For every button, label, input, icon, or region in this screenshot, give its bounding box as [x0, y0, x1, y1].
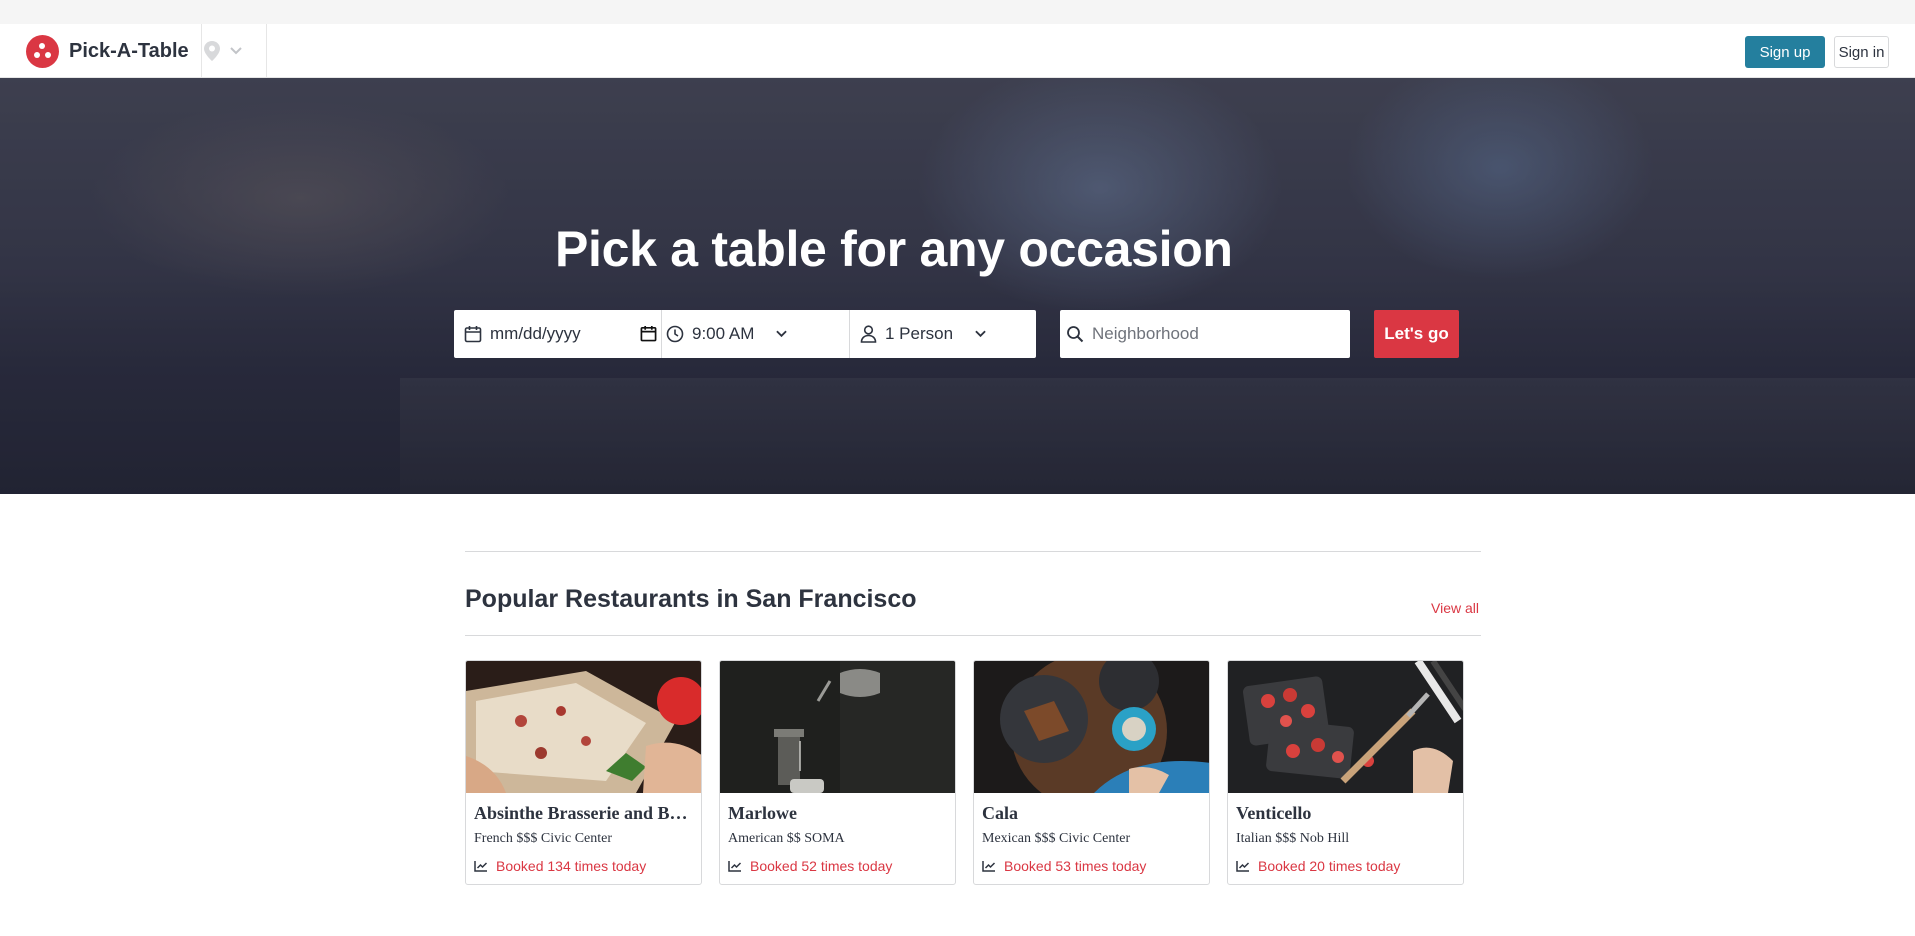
neighborhood-field — [1060, 310, 1350, 358]
logo-icon — [26, 34, 59, 68]
restaurant-image — [1228, 661, 1463, 793]
chevron-down-icon — [975, 330, 986, 338]
reservation-search-form: mm/dd/yyyy 9:00 AM 1 Person — [454, 310, 1036, 358]
booking-count: Booked 53 times today — [982, 858, 1146, 874]
nav-divider — [266, 24, 267, 78]
booking-count-text: Booked 53 times today — [1004, 858, 1147, 874]
party-size-select[interactable]: 1 Person — [850, 310, 1036, 358]
top-navbar: Pick-A-Table Sign up Sign in — [0, 24, 1915, 78]
clock-icon — [666, 325, 684, 343]
person-icon — [860, 325, 877, 343]
booking-count-text: Booked 20 times today — [1258, 858, 1401, 874]
location-picker[interactable] — [204, 36, 256, 66]
restaurant-name[interactable]: Cala — [982, 803, 1202, 824]
restaurant-name[interactable]: Venticello — [1236, 803, 1456, 824]
restaurant-name[interactable]: Marlowe — [728, 803, 948, 824]
party-size-value: 1 Person — [885, 324, 954, 343]
restaurant-card[interactable]: Absinthe Brasserie and B… French $$$ Civ… — [465, 660, 702, 885]
trending-icon — [728, 860, 742, 872]
signin-button[interactable]: Sign in — [1834, 36, 1889, 68]
restaurant-meta: Mexican $$$ Civic Center — [982, 831, 1131, 846]
restaurant-image — [720, 661, 955, 793]
chevron-down-icon — [776, 330, 788, 338]
brand-link[interactable]: Pick-A-Table — [26, 34, 189, 68]
search-icon — [1066, 325, 1084, 343]
neighborhood-input[interactable] — [1092, 324, 1332, 344]
brand-name: Pick-A-Table — [69, 39, 189, 62]
calendar-icon — [464, 325, 482, 343]
restaurant-card[interactable]: Marlowe American $$ SOMA Booked 52 times… — [719, 660, 956, 885]
calendar-picker-icon[interactable] — [640, 325, 657, 342]
lets-go-button[interactable]: Let's go — [1374, 310, 1459, 358]
restaurant-card[interactable]: Cala Mexican $$$ Civic Center Booked 53 … — [973, 660, 1210, 885]
time-value: 9:00 AM — [692, 324, 755, 343]
section-divider — [465, 551, 1481, 552]
booking-count: Booked 52 times today — [728, 858, 892, 874]
map-pin-icon — [204, 41, 220, 61]
restaurant-image — [466, 661, 701, 793]
booking-count-text: Booked 134 times today — [496, 858, 647, 874]
booking-count: Booked 20 times today — [1236, 858, 1400, 874]
nav-divider — [201, 24, 202, 78]
time-select[interactable]: 9:00 AM — [662, 310, 850, 358]
date-placeholder: mm/dd/yyyy — [490, 324, 581, 343]
restaurant-meta: Italian $$$ Nob Hill — [1236, 831, 1350, 846]
restaurant-card[interactable]: Venticello Italian $$$ Nob Hill Booked 2… — [1227, 660, 1464, 885]
restaurant-name[interactable]: Absinthe Brasserie and B… — [474, 803, 694, 824]
trending-icon — [982, 860, 996, 872]
date-input[interactable]: mm/dd/yyyy — [454, 310, 662, 358]
trending-icon — [1236, 860, 1250, 872]
restaurant-image — [974, 661, 1209, 793]
booking-count: Booked 134 times today — [474, 858, 646, 874]
hero-banner — [0, 78, 1915, 494]
restaurant-meta: American $$ SOMA — [728, 831, 845, 846]
hero-title: Pick a table for any occasion — [555, 221, 1233, 277]
signup-button[interactable]: Sign up — [1745, 36, 1825, 68]
browser-top-strip — [0, 0, 1915, 24]
section-divider — [465, 635, 1481, 636]
section-title: Popular Restaurants in San Francisco — [465, 585, 917, 613]
chevron-down-icon — [230, 47, 242, 55]
view-all-link[interactable]: View all — [1431, 600, 1479, 616]
trending-icon — [474, 860, 488, 872]
booking-count-text: Booked 52 times today — [750, 858, 893, 874]
restaurant-meta: French $$$ Civic Center — [474, 831, 613, 846]
